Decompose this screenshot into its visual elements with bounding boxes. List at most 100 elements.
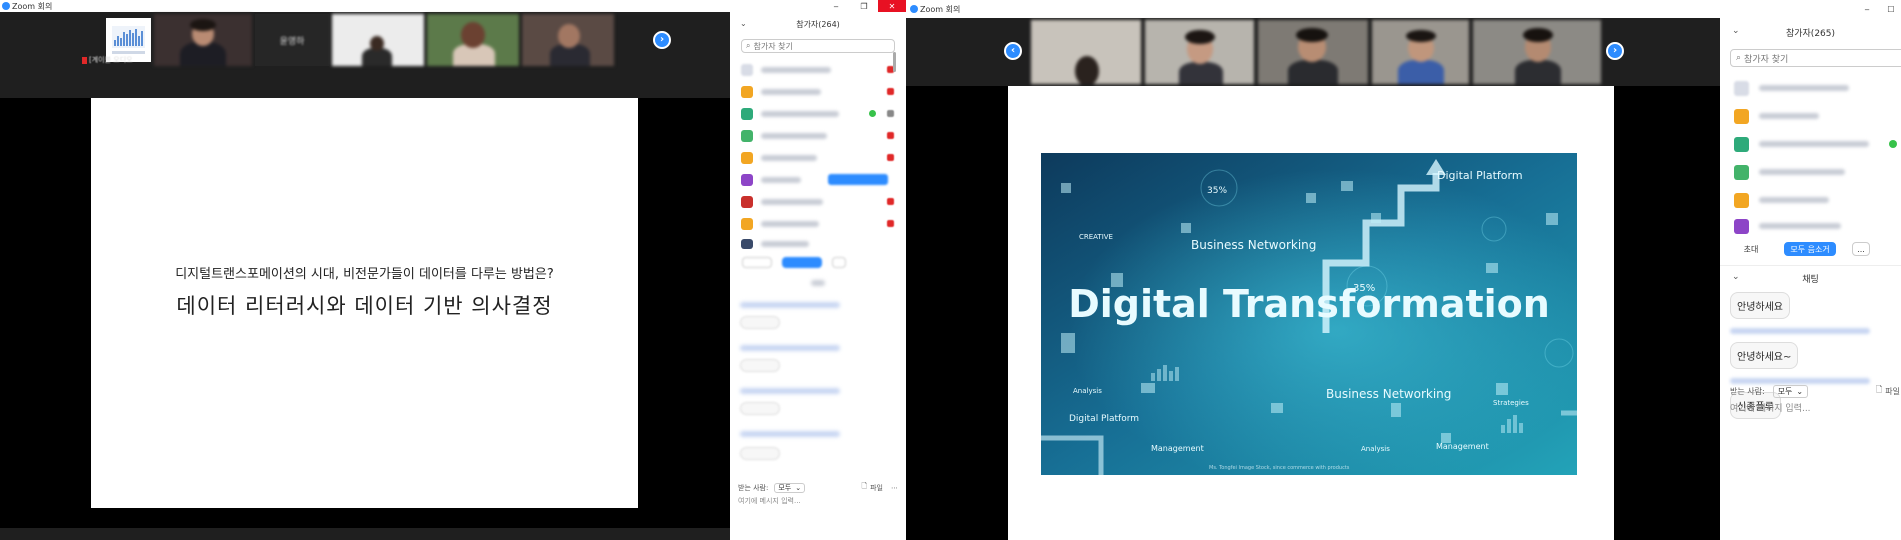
participant-row[interactable] <box>730 59 906 81</box>
maximize-button[interactable]: ☐ <box>1881 0 1901 18</box>
screen-share-area: Digital Transformation Business Networki… <box>906 86 1720 540</box>
video-tile[interactable] <box>522 14 614 66</box>
side-panel: ⌄ 참가자(264) ⌕ 참가자 찾기 받는 사람: 모두 ⌄ 🗋 파일 ⋯ 여… <box>730 12 906 540</box>
slide-subtitle: 디지털트랜스포메이션의 시대, 비전문가들이 데이터를 다루는 방법은? <box>175 267 554 282</box>
slide-label: Digital Platform <box>1437 169 1523 182</box>
chevron-down-icon[interactable]: ⌄ <box>1732 26 1740 36</box>
file-button[interactable]: 🗋 파일 <box>861 482 883 493</box>
chevron-down-icon[interactable]: ⌄ <box>1732 272 1740 282</box>
video-tile[interactable] <box>1031 20 1141 84</box>
slide-title: 데이터 리터러시와 데이터 기반 의사결정 <box>176 294 553 318</box>
chevron-down-icon[interactable]: ⌄ <box>740 19 747 28</box>
slide-label: Management <box>1436 442 1489 451</box>
minimize-button[interactable]: ‒ <box>822 0 850 12</box>
chat-message-input[interactable]: 여기에 메시지 입력... <box>1730 401 1811 414</box>
close-button[interactable]: ✕ <box>878 0 906 12</box>
participant-search-input[interactable]: ⌕ 참가자 찾기 <box>741 39 895 53</box>
meeting-controls-bar <box>0 530 730 540</box>
participant-row[interactable] <box>730 125 906 147</box>
participants-header: ⌄ 참가자(264) <box>730 19 906 31</box>
participant-row[interactable] <box>730 81 906 103</box>
more-button[interactable] <box>832 257 846 268</box>
participant-actions <box>730 257 906 268</box>
title-bar: Zoom 회의 ‒ ❐ ✕ <box>0 0 906 12</box>
chat-message-input[interactable]: 여기에 메시지 입력... <box>738 496 801 506</box>
mute-all-button[interactable]: 모두 음소거 <box>1784 242 1836 256</box>
participant-actions: 초대 모두 음소거 ... <box>1720 242 1901 256</box>
self-name-label: [계이블 오디오 <box>82 55 133 65</box>
title-bar: Zoom 회의 ‒ ☐ <box>906 0 1901 18</box>
slide-label: 35% <box>1207 186 1227 196</box>
participants-header: ⌄ 참가자(265) <box>1720 26 1901 40</box>
participant-row[interactable] <box>730 191 906 213</box>
slide-headline: Digital Transformation <box>1068 282 1550 326</box>
video-tile[interactable] <box>1258 20 1368 84</box>
slide-label: 35% <box>1353 283 1375 294</box>
chat-title: 채팅 <box>1802 275 1819 285</box>
chat-message: 안녕하세요 <box>1730 292 1790 319</box>
prev-page-button[interactable]: ‹ <box>1004 42 1022 60</box>
chat-message <box>740 402 780 415</box>
participant-search-input[interactable]: ⌕ 참가자 찾기 <box>1730 49 1901 67</box>
video-tile[interactable] <box>427 14 519 66</box>
participant-row[interactable] <box>1720 130 1901 158</box>
shared-slide: Digital Transformation Business Networki… <box>1008 86 1614 540</box>
participant-row[interactable] <box>1720 102 1901 130</box>
meeting-area: 윤영하 [계이블 오디오 › 디지털트랜스포메이션의 시대, 비전문가들이 데이… <box>0 12 730 540</box>
chevron-down-icon: ⌄ <box>1796 386 1804 396</box>
chat-messages: 안녕하세요 안녕하세요~ 신종플루 <box>1720 292 1901 419</box>
chevron-down-icon: ⌄ <box>795 483 802 492</box>
participant-row[interactable] <box>730 213 906 235</box>
next-page-button[interactable]: › <box>1606 42 1624 60</box>
restore-button[interactable]: ❐ <box>850 0 878 12</box>
video-tile-name-only[interactable]: 윤영하 <box>255 14 329 66</box>
chat-message <box>740 447 780 460</box>
recipient-select[interactable]: 모두 ⌄ <box>1772 384 1809 398</box>
search-icon: ⌕ <box>1736 53 1742 63</box>
window-title: Zoom 회의 <box>920 4 961 14</box>
video-strip: 윤영하 <box>106 14 651 68</box>
slide-label: Analysis <box>1361 445 1390 453</box>
video-tile[interactable] <box>1371 20 1470 84</box>
chat-header <box>730 280 906 290</box>
zoom-logo-icon <box>910 5 918 13</box>
mute-all-button[interactable] <box>782 257 822 268</box>
slide-label: Digital Platform <box>1069 414 1139 424</box>
recipient-select[interactable]: 모두 ⌄ <box>774 482 806 493</box>
file-button[interactable]: 🗋 파일 <box>1876 384 1900 398</box>
search-icon: ⌕ <box>746 41 751 50</box>
file-icon: 🗋 <box>861 482 868 490</box>
video-tile[interactable] <box>154 14 252 66</box>
zoom-logo-icon <box>2 2 10 10</box>
slide-label: Analysis <box>1073 387 1102 395</box>
zoom-window-left: Zoom 회의 ‒ ❐ ✕ 윤영하 [계이블 오디오 › 디지털트랜스포메이션의… <box>0 0 906 540</box>
participant-row[interactable] <box>1720 158 1901 186</box>
video-strip <box>1031 20 1602 86</box>
participant-row[interactable] <box>730 169 906 191</box>
zoom-window-right: Zoom 회의 ‒ ☐ ‹ › Digital Transformation B… <box>906 0 1901 540</box>
invite-button[interactable]: 초대 <box>1732 242 1770 256</box>
participant-row[interactable] <box>1720 214 1901 238</box>
file-icon: 🗋 <box>1875 385 1883 394</box>
participant-row[interactable] <box>1720 186 1901 214</box>
more-icon[interactable]: ⋯ <box>891 484 898 492</box>
participant-row[interactable] <box>730 235 906 253</box>
video-tile[interactable] <box>1473 20 1602 84</box>
tile-name: 윤영하 <box>279 36 305 47</box>
meeting-area: ‹ › Digital Transformation Business Netw… <box>906 18 1720 540</box>
participant-row[interactable] <box>730 147 906 169</box>
more-button[interactable]: ... <box>1852 242 1870 256</box>
video-tile[interactable] <box>332 14 424 66</box>
chat-messages <box>730 302 906 464</box>
video-tile[interactable] <box>1144 20 1255 84</box>
participant-row[interactable] <box>1720 74 1901 102</box>
participant-row[interactable] <box>730 103 906 125</box>
invite-button[interactable] <box>742 257 772 268</box>
minimize-button[interactable]: ‒ <box>1853 0 1881 18</box>
next-page-button[interactable]: › <box>653 31 671 49</box>
participant-list <box>730 59 906 253</box>
scrollbar[interactable] <box>893 52 896 72</box>
chat-recipient-row: 받는 사람: 모두 ⌄ 🗋 파일 ⋯ <box>738 482 898 493</box>
chat-message: 안녕하세요~ <box>1730 342 1799 369</box>
slide-credit: Ms. Tongfei Image Stock, since commerce … <box>1209 465 1350 471</box>
